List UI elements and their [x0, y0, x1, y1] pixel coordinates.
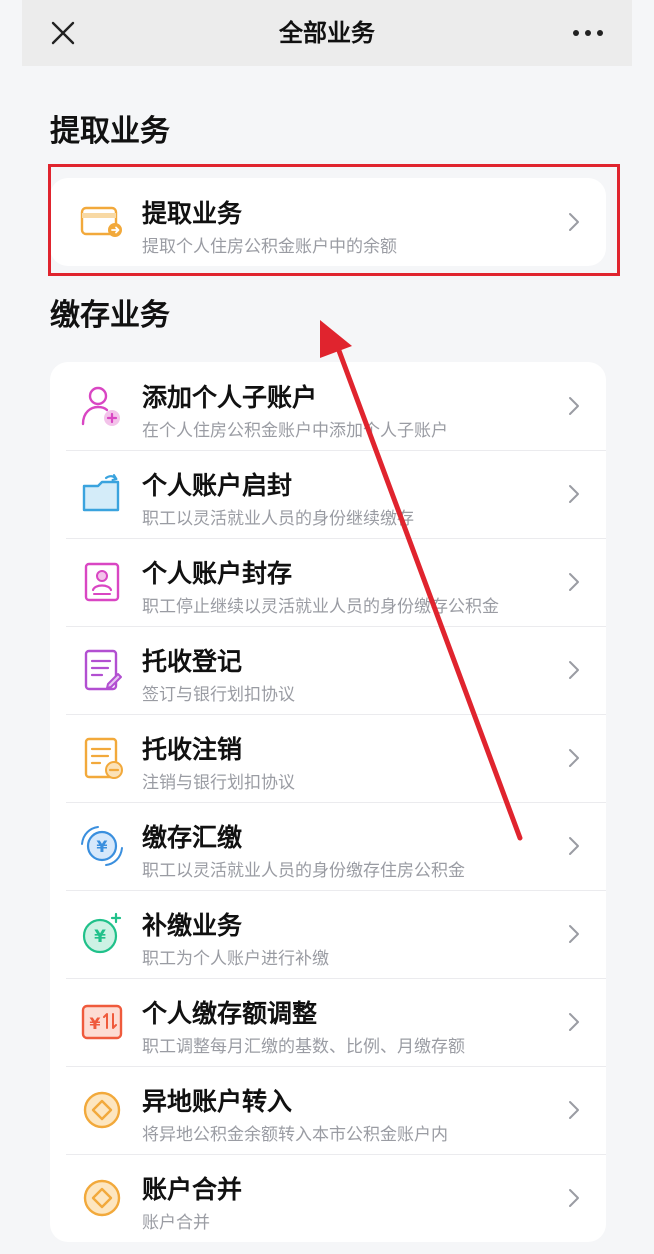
list-item-collection-register[interactable]: 托收登记 签订与银行划扣协议 [50, 626, 606, 714]
chevron-right-icon [568, 484, 580, 504]
deposit-card: 添加个人子账户 在个人住房公积金账户中添加个人子账户 个人账户启封 职工以灵活就… [50, 362, 606, 1242]
item-subtitle: 职工调整每月汇缴的基数、比例、月缴存额 [142, 1037, 465, 1057]
chevron-right-icon [568, 836, 580, 856]
chevron-right-icon [568, 924, 580, 944]
yuan-plus-icon: ¥ [78, 910, 126, 958]
item-subtitle: 注销与银行划扣协议 [142, 773, 295, 793]
item-title: 个人账户封存 [142, 559, 293, 588]
list-item-account-merge[interactable]: 账户合并 账户合并 [50, 1154, 606, 1242]
folder-open-icon [78, 470, 126, 518]
item-subtitle: 职工以灵活就业人员的身份缴存住房公积金 [142, 861, 465, 881]
list-item-add-sub-account[interactable]: 添加个人子账户 在个人住房公积金账户中添加个人子账户 [50, 362, 606, 450]
more-icon [573, 30, 603, 36]
item-title: 提取业务 [142, 199, 243, 228]
chevron-right-icon [568, 572, 580, 592]
item-title: 托收登记 [142, 647, 243, 676]
list-item-account-seal[interactable]: 个人账户封存 职工停止继续以灵活就业人员的身份缴存公积金 [50, 538, 606, 626]
list-item-supplementary[interactable]: ¥ 补缴业务 职工为个人账户进行补缴 [50, 890, 606, 978]
item-title: 补缴业务 [142, 911, 243, 940]
item-subtitle: 账户合并 [142, 1213, 210, 1233]
item-title: 个人账户启封 [142, 471, 293, 500]
card-withdraw-icon [78, 198, 126, 246]
section-title-withdraw: 提取业务 [50, 114, 170, 149]
yuan-cycle-icon: ¥ [78, 822, 126, 870]
document-edit-icon [78, 646, 126, 694]
item-subtitle: 职工以灵活就业人员的身份继续缴存 [142, 509, 414, 529]
chevron-right-icon [568, 1188, 580, 1208]
chevron-right-icon [568, 660, 580, 680]
list-item-account-unseal[interactable]: 个人账户启封 职工以灵活就业人员的身份继续缴存 [50, 450, 606, 538]
item-title: 托收注销 [142, 735, 243, 764]
page-title: 全部业务 [279, 19, 375, 47]
chevron-right-icon [568, 396, 580, 416]
list-item-withdraw[interactable]: 提取业务 提取个人住房公积金账户中的余额 [50, 178, 606, 266]
user-add-icon [78, 382, 126, 430]
svg-text:¥: ¥ [94, 927, 106, 947]
chevron-right-icon [568, 1100, 580, 1120]
chevron-right-icon [568, 1012, 580, 1032]
chevron-right-icon [568, 212, 580, 232]
item-title: 个人缴存额调整 [142, 999, 318, 1028]
chevron-right-icon [568, 748, 580, 768]
item-title: 异地账户转入 [142, 1087, 293, 1116]
yuan-adjust-icon: ¥ [78, 998, 126, 1046]
item-subtitle: 在个人住房公积金账户中添加个人子账户 [142, 421, 448, 441]
item-subtitle: 职工为个人账户进行补缴 [142, 949, 329, 969]
list-item-collection-cancel[interactable]: 托收注销 注销与银行划扣协议 [50, 714, 606, 802]
more-button[interactable] [568, 16, 608, 50]
item-subtitle: 职工停止继续以灵活就业人员的身份缴存公积金 [142, 597, 499, 617]
list-item-deposit-remit[interactable]: ¥ 缴存汇缴 职工以灵活就业人员的身份缴存住房公积金 [50, 802, 606, 890]
item-title: 添加个人子账户 [142, 383, 318, 412]
top-bar: 全部业务 [22, 0, 632, 66]
item-subtitle: 提取个人住房公积金账户中的余额 [142, 237, 397, 257]
id-card-icon [78, 558, 126, 606]
item-title: 缴存汇缴 [142, 823, 243, 852]
list-item-transfer-in[interactable]: 异地账户转入 将异地公积金余额转入本市公积金账户内 [50, 1066, 606, 1154]
svg-text:¥: ¥ [89, 1014, 100, 1033]
item-title: 账户合并 [142, 1175, 243, 1204]
item-subtitle: 签订与银行划扣协议 [142, 685, 295, 705]
withdraw-card: 提取业务 提取个人住房公积金账户中的余额 [50, 178, 606, 266]
list-item-deposit-adjust[interactable]: ¥ 个人缴存额调整 职工调整每月汇缴的基数、比例、月缴存额 [50, 978, 606, 1066]
item-subtitle: 将异地公积金余额转入本市公积金账户内 [142, 1125, 448, 1145]
section-title-deposit: 缴存业务 [50, 298, 170, 333]
close-button[interactable] [50, 20, 76, 46]
document-minus-icon [78, 734, 126, 782]
coin-diamond-icon [78, 1086, 126, 1134]
close-icon [51, 21, 75, 45]
svg-text:¥: ¥ [96, 837, 107, 856]
coin-diamond-icon [78, 1174, 126, 1222]
